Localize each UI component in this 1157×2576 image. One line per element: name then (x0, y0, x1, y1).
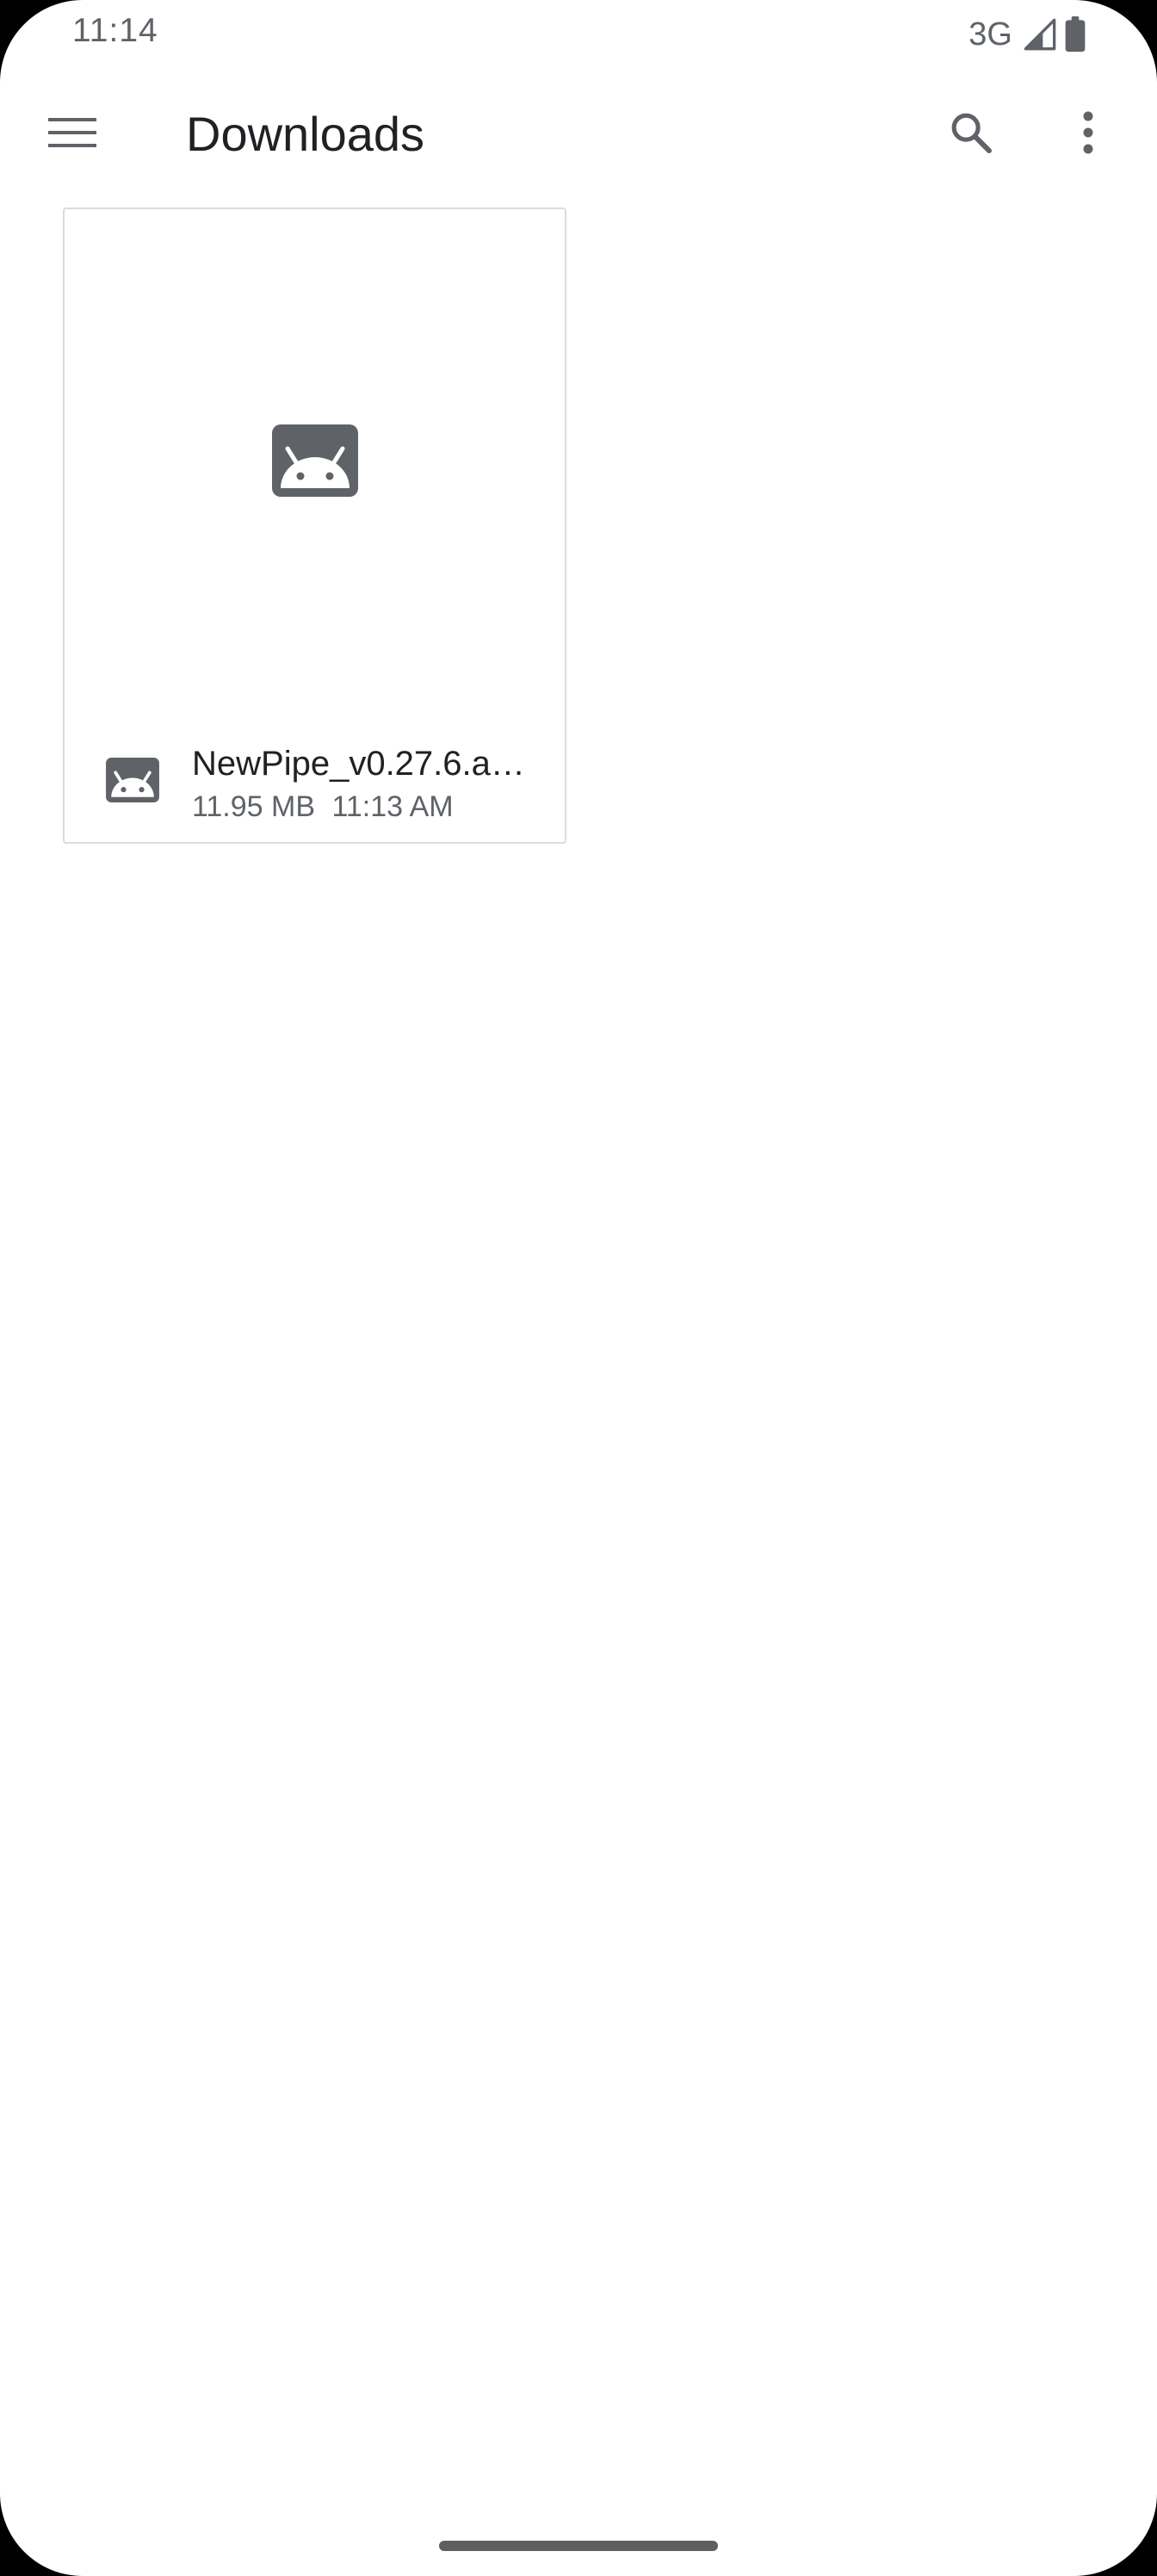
page-title: Downloads (186, 107, 425, 161)
status-icons: 3G (968, 14, 1086, 55)
android-app-icon (272, 424, 358, 497)
more-options-button[interactable] (1040, 86, 1136, 183)
network-type: 3G (968, 15, 1012, 53)
more-vert-icon (1081, 110, 1095, 159)
file-type-icon (106, 758, 159, 802)
file-name: NewPipe_v0.27.6.a… (192, 745, 525, 783)
menu-button[interactable] (24, 86, 121, 183)
signal-icon (1023, 17, 1057, 52)
gesture-nav-bar[interactable] (439, 2541, 718, 2551)
status-time: 11:14 (72, 12, 158, 49)
status-bar: 11:14 3G (0, 0, 1157, 69)
battery-icon (1064, 16, 1086, 53)
menu-icon (48, 115, 96, 154)
screen: 11:14 3G Downloads NewPipe_v0.27.6.a… 11… (0, 0, 1157, 2576)
search-icon (947, 108, 995, 161)
file-card[interactable]: NewPipe_v0.27.6.a… 11.95 MB 11:13 AM (63, 207, 566, 844)
search-button[interactable] (923, 86, 1019, 183)
file-time: 11:13 AM (331, 790, 454, 823)
file-size: 11.95 MB (192, 790, 316, 823)
file-meta: 11.95 MB 11:13 AM (192, 790, 536, 824)
app-bar: Downloads (0, 86, 1157, 183)
